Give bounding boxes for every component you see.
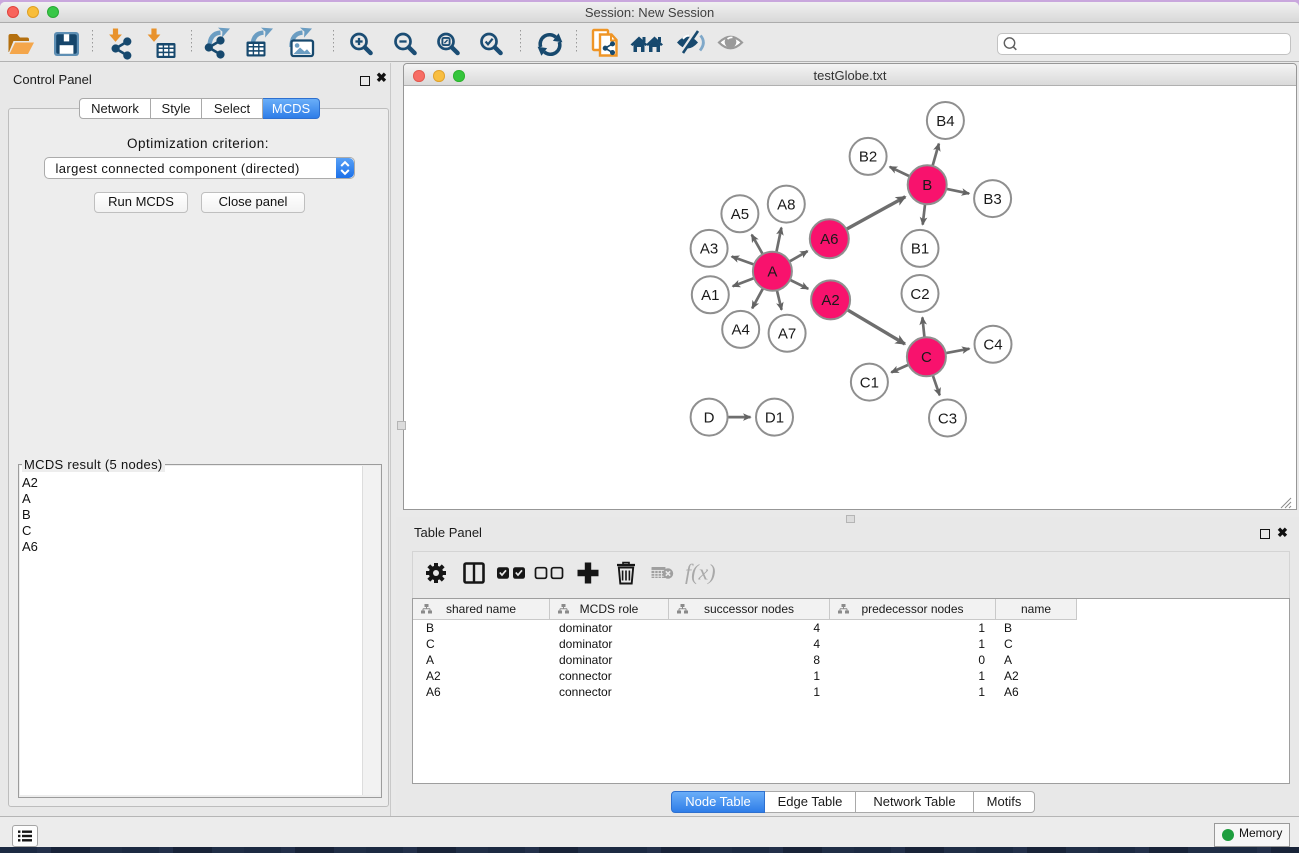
svg-text:B3: B3 [983, 191, 1001, 208]
svg-text:C: C [921, 349, 932, 366]
svg-text:A: A [767, 264, 777, 281]
svg-text:D1: D1 [765, 409, 784, 426]
svg-text:B: B [922, 177, 932, 194]
svg-text:A3: A3 [700, 241, 718, 258]
svg-text:D: D [704, 409, 715, 426]
svg-text:C4: C4 [983, 337, 1002, 354]
svg-text:A1: A1 [701, 287, 719, 304]
svg-text:C3: C3 [938, 410, 957, 427]
svg-text:A4: A4 [732, 322, 750, 339]
svg-text:A6: A6 [820, 231, 838, 248]
svg-text:f(x): f(x) [685, 560, 716, 585]
svg-text:A8: A8 [777, 196, 795, 213]
svg-text:B1: B1 [911, 241, 929, 258]
svg-text:C1: C1 [860, 374, 879, 391]
svg-text:A7: A7 [778, 326, 796, 343]
svg-text:A5: A5 [731, 206, 749, 223]
svg-text:B4: B4 [936, 113, 954, 130]
svg-text:A2: A2 [821, 292, 839, 309]
svg-text:C2: C2 [910, 286, 929, 303]
svg-text:B2: B2 [859, 149, 877, 166]
